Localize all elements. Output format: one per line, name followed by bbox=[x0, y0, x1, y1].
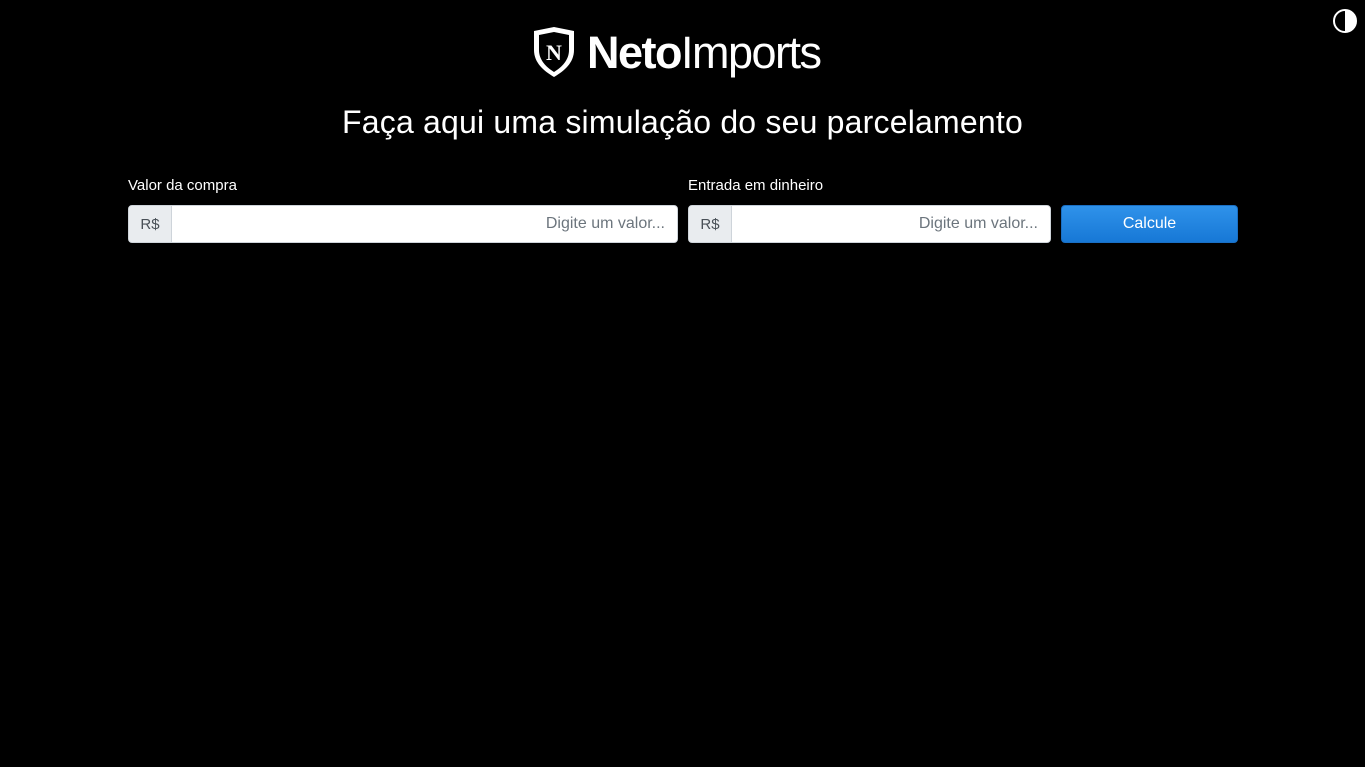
purchase-value-input[interactable] bbox=[172, 206, 677, 242]
brand-name-bold: Neto bbox=[587, 26, 683, 78]
contrast-icon[interactable] bbox=[1332, 8, 1358, 34]
shield-icon: N bbox=[534, 27, 574, 77]
brand-name: NetoImports bbox=[587, 26, 822, 78]
down-payment-label: Entrada em dinheiro bbox=[688, 177, 824, 194]
logo: N NetoImports bbox=[531, 24, 822, 80]
down-payment-group: R$ bbox=[688, 205, 1051, 243]
brand-name-light: Imports bbox=[681, 26, 822, 78]
emblem-letter: N bbox=[546, 40, 562, 65]
down-payment-currency-prefix: R$ bbox=[689, 206, 732, 242]
purchase-value-label: Valor da compra bbox=[128, 177, 237, 194]
down-payment-input[interactable] bbox=[732, 206, 1050, 242]
purchase-value-currency-prefix: R$ bbox=[129, 206, 172, 242]
page: N NetoImports Faça aqui uma simulação do… bbox=[0, 0, 1365, 767]
page-title: Faça aqui uma simulação do seu parcelame… bbox=[342, 104, 1023, 140]
purchase-value-group: R$ bbox=[128, 205, 678, 243]
calculate-button[interactable]: Calcule bbox=[1061, 205, 1238, 243]
